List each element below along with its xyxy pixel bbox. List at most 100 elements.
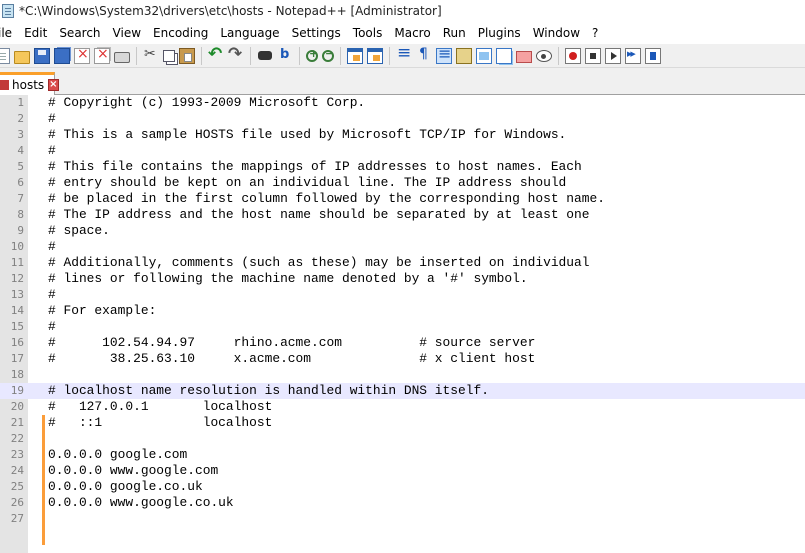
- redo-icon[interactable]: [228, 44, 244, 64]
- code-line[interactable]: 16 # 102.54.94.97 rhino.acme.com # source…: [0, 335, 805, 351]
- code-line[interactable]: 18: [0, 367, 805, 383]
- menu-search[interactable]: Search: [53, 26, 106, 40]
- copy-icon[interactable]: [163, 49, 175, 62]
- code-line[interactable]: 1 # Copyright (c) 1993-2009 Microsoft Cor…: [0, 95, 805, 111]
- menu-settings[interactable]: Settings: [286, 26, 347, 40]
- open-file-icon[interactable]: [14, 50, 30, 64]
- menu-edit[interactable]: Edit: [18, 26, 53, 40]
- code-line[interactable]: 2 #: [0, 111, 805, 127]
- document-map-icon[interactable]: [476, 47, 492, 64]
- sync-vertical-scroll-icon[interactable]: [347, 47, 363, 64]
- code-text[interactable]: # 102.54.94.97 rhino.acme.com # source s…: [48, 335, 535, 351]
- menu-encoding[interactable]: Encoding: [147, 26, 214, 40]
- record-macro-icon[interactable]: [565, 47, 581, 64]
- menu-file[interactable]: ile: [0, 26, 18, 40]
- menu-window[interactable]: Window: [527, 26, 586, 40]
- code-line[interactable]: 21 # ::1 localhost: [0, 415, 805, 431]
- code-line[interactable]: 15 #: [0, 319, 805, 335]
- menu-tools[interactable]: Tools: [347, 26, 389, 40]
- run-macro-multiple-icon[interactable]: [625, 47, 641, 64]
- code-line[interactable]: 19 # localhost name resolution is handled…: [0, 383, 805, 399]
- zoom-out-icon[interactable]: [322, 47, 334, 62]
- code-text[interactable]: 0.0.0.0 www.google.co.uk: [48, 495, 234, 511]
- sync-horizontal-scroll-icon[interactable]: [367, 47, 383, 64]
- code-line[interactable]: 20 # 127.0.0.1 localhost: [0, 399, 805, 415]
- code-line[interactable]: 12 # lines or following the machine name …: [0, 271, 805, 287]
- code-text[interactable]: # space.: [48, 223, 110, 239]
- code-text[interactable]: # entry should be kept on an individual …: [48, 175, 566, 191]
- undo-icon[interactable]: [208, 44, 224, 64]
- print-icon[interactable]: [114, 52, 130, 63]
- document-monitor-icon[interactable]: [536, 49, 552, 62]
- find-icon[interactable]: [257, 48, 273, 64]
- show-all-characters-icon[interactable]: [416, 46, 432, 64]
- text-editor[interactable]: 1 # Copyright (c) 1993-2009 Microsoft Cor…: [0, 95, 805, 553]
- code-line[interactable]: 24 0.0.0.0 www.google.com: [0, 463, 805, 479]
- code-line[interactable]: 22: [0, 431, 805, 447]
- code-text[interactable]: # This is a sample HOSTS file used by Mi…: [48, 127, 566, 143]
- code-line[interactable]: 13 #: [0, 287, 805, 303]
- notepad-app-icon[interactable]: [2, 4, 14, 18]
- code-line[interactable]: 9 # space.: [0, 223, 805, 239]
- code-line[interactable]: 26 0.0.0.0 www.google.co.uk: [0, 495, 805, 511]
- code-line[interactable]: 23 0.0.0.0 google.com: [0, 447, 805, 463]
- user-defined-language-icon[interactable]: [456, 47, 472, 64]
- code-line[interactable]: 7 # be placed in the first column followe…: [0, 191, 805, 207]
- code-text[interactable]: #: [48, 319, 56, 335]
- code-text[interactable]: # ::1 localhost: [48, 415, 272, 431]
- code-line[interactable]: 11 # Additionally, comments (such as thes…: [0, 255, 805, 271]
- menu-run[interactable]: Run: [437, 26, 472, 40]
- function-list-icon[interactable]: [496, 47, 512, 64]
- code-text[interactable]: # be placed in the first column followed…: [48, 191, 605, 207]
- code-text[interactable]: # The IP address and the host name shoul…: [48, 207, 590, 223]
- replace-icon[interactable]: [277, 47, 293, 64]
- code-text[interactable]: # This file contains the mappings of IP …: [48, 159, 582, 175]
- code-line[interactable]: 6 # entry should be kept on an individual…: [0, 175, 805, 191]
- menu-help[interactable]: ?: [586, 26, 604, 40]
- code-line[interactable]: 25 0.0.0.0 google.co.uk: [0, 479, 805, 495]
- code-line[interactable]: 17 # 38.25.63.10 x.acme.com # x client ho…: [0, 351, 805, 367]
- code-text[interactable]: #: [48, 239, 56, 255]
- menu-macro[interactable]: Macro: [388, 26, 436, 40]
- code-line[interactable]: 3 # This is a sample HOSTS file used by M…: [0, 127, 805, 143]
- save-macro-icon[interactable]: [645, 47, 661, 64]
- code-line[interactable]: 4 #: [0, 143, 805, 159]
- code-text[interactable]: 0.0.0.0 google.co.uk: [48, 479, 203, 495]
- close-all-icon[interactable]: [94, 46, 110, 64]
- new-file-icon[interactable]: [0, 47, 10, 64]
- code-text[interactable]: # 38.25.63.10 x.acme.com # x client host: [48, 351, 535, 367]
- menu-language[interactable]: Language: [214, 26, 285, 40]
- zoom-in-icon[interactable]: [306, 47, 318, 62]
- folder-as-workspace-icon[interactable]: [516, 51, 532, 63]
- title-bar[interactable]: *C:\Windows\System32\drivers\etc\hosts -…: [0, 0, 805, 22]
- close-file-icon[interactable]: [74, 46, 90, 64]
- code-line[interactable]: 27: [0, 511, 805, 527]
- save-all-icon[interactable]: [54, 47, 70, 64]
- playback-macro-icon[interactable]: [605, 47, 621, 64]
- code-text[interactable]: # 127.0.0.1 localhost: [48, 399, 272, 415]
- code-text[interactable]: 0.0.0.0 www.google.com: [48, 463, 218, 479]
- code-text[interactable]: # localhost name resolution is handled w…: [48, 383, 489, 399]
- indent-guide-icon[interactable]: [436, 44, 452, 64]
- cut-icon[interactable]: [143, 46, 159, 64]
- save-icon[interactable]: [34, 47, 50, 64]
- code-text[interactable]: #: [48, 287, 56, 303]
- menu-view[interactable]: View: [107, 26, 147, 40]
- code-text[interactable]: # Additionally, comments (such as these)…: [48, 255, 590, 271]
- stop-recording-icon[interactable]: [585, 47, 601, 64]
- word-wrap-icon[interactable]: [396, 43, 412, 64]
- code-text[interactable]: 0.0.0.0 google.com: [48, 447, 187, 463]
- menu-plugins[interactable]: Plugins: [472, 26, 527, 40]
- code-text[interactable]: #: [48, 111, 56, 127]
- code-line[interactable]: 8 # The IP address and the host name shou…: [0, 207, 805, 223]
- code-text[interactable]: # lines or following the machine name de…: [48, 271, 528, 287]
- code-text[interactable]: # Copyright (c) 1993-2009 Microsoft Corp…: [48, 95, 365, 111]
- close-tab-icon[interactable]: ×: [48, 79, 59, 91]
- code-line[interactable]: 5 # This file contains the mappings of IP…: [0, 159, 805, 175]
- code-line[interactable]: 14 # For example:: [0, 303, 805, 319]
- code-text[interactable]: # For example:: [48, 303, 156, 319]
- tab-hosts[interactable]: hosts ×: [0, 72, 59, 95]
- code-line[interactable]: 10 #: [0, 239, 805, 255]
- paste-icon[interactable]: [179, 47, 195, 64]
- code-text[interactable]: #: [48, 143, 56, 159]
